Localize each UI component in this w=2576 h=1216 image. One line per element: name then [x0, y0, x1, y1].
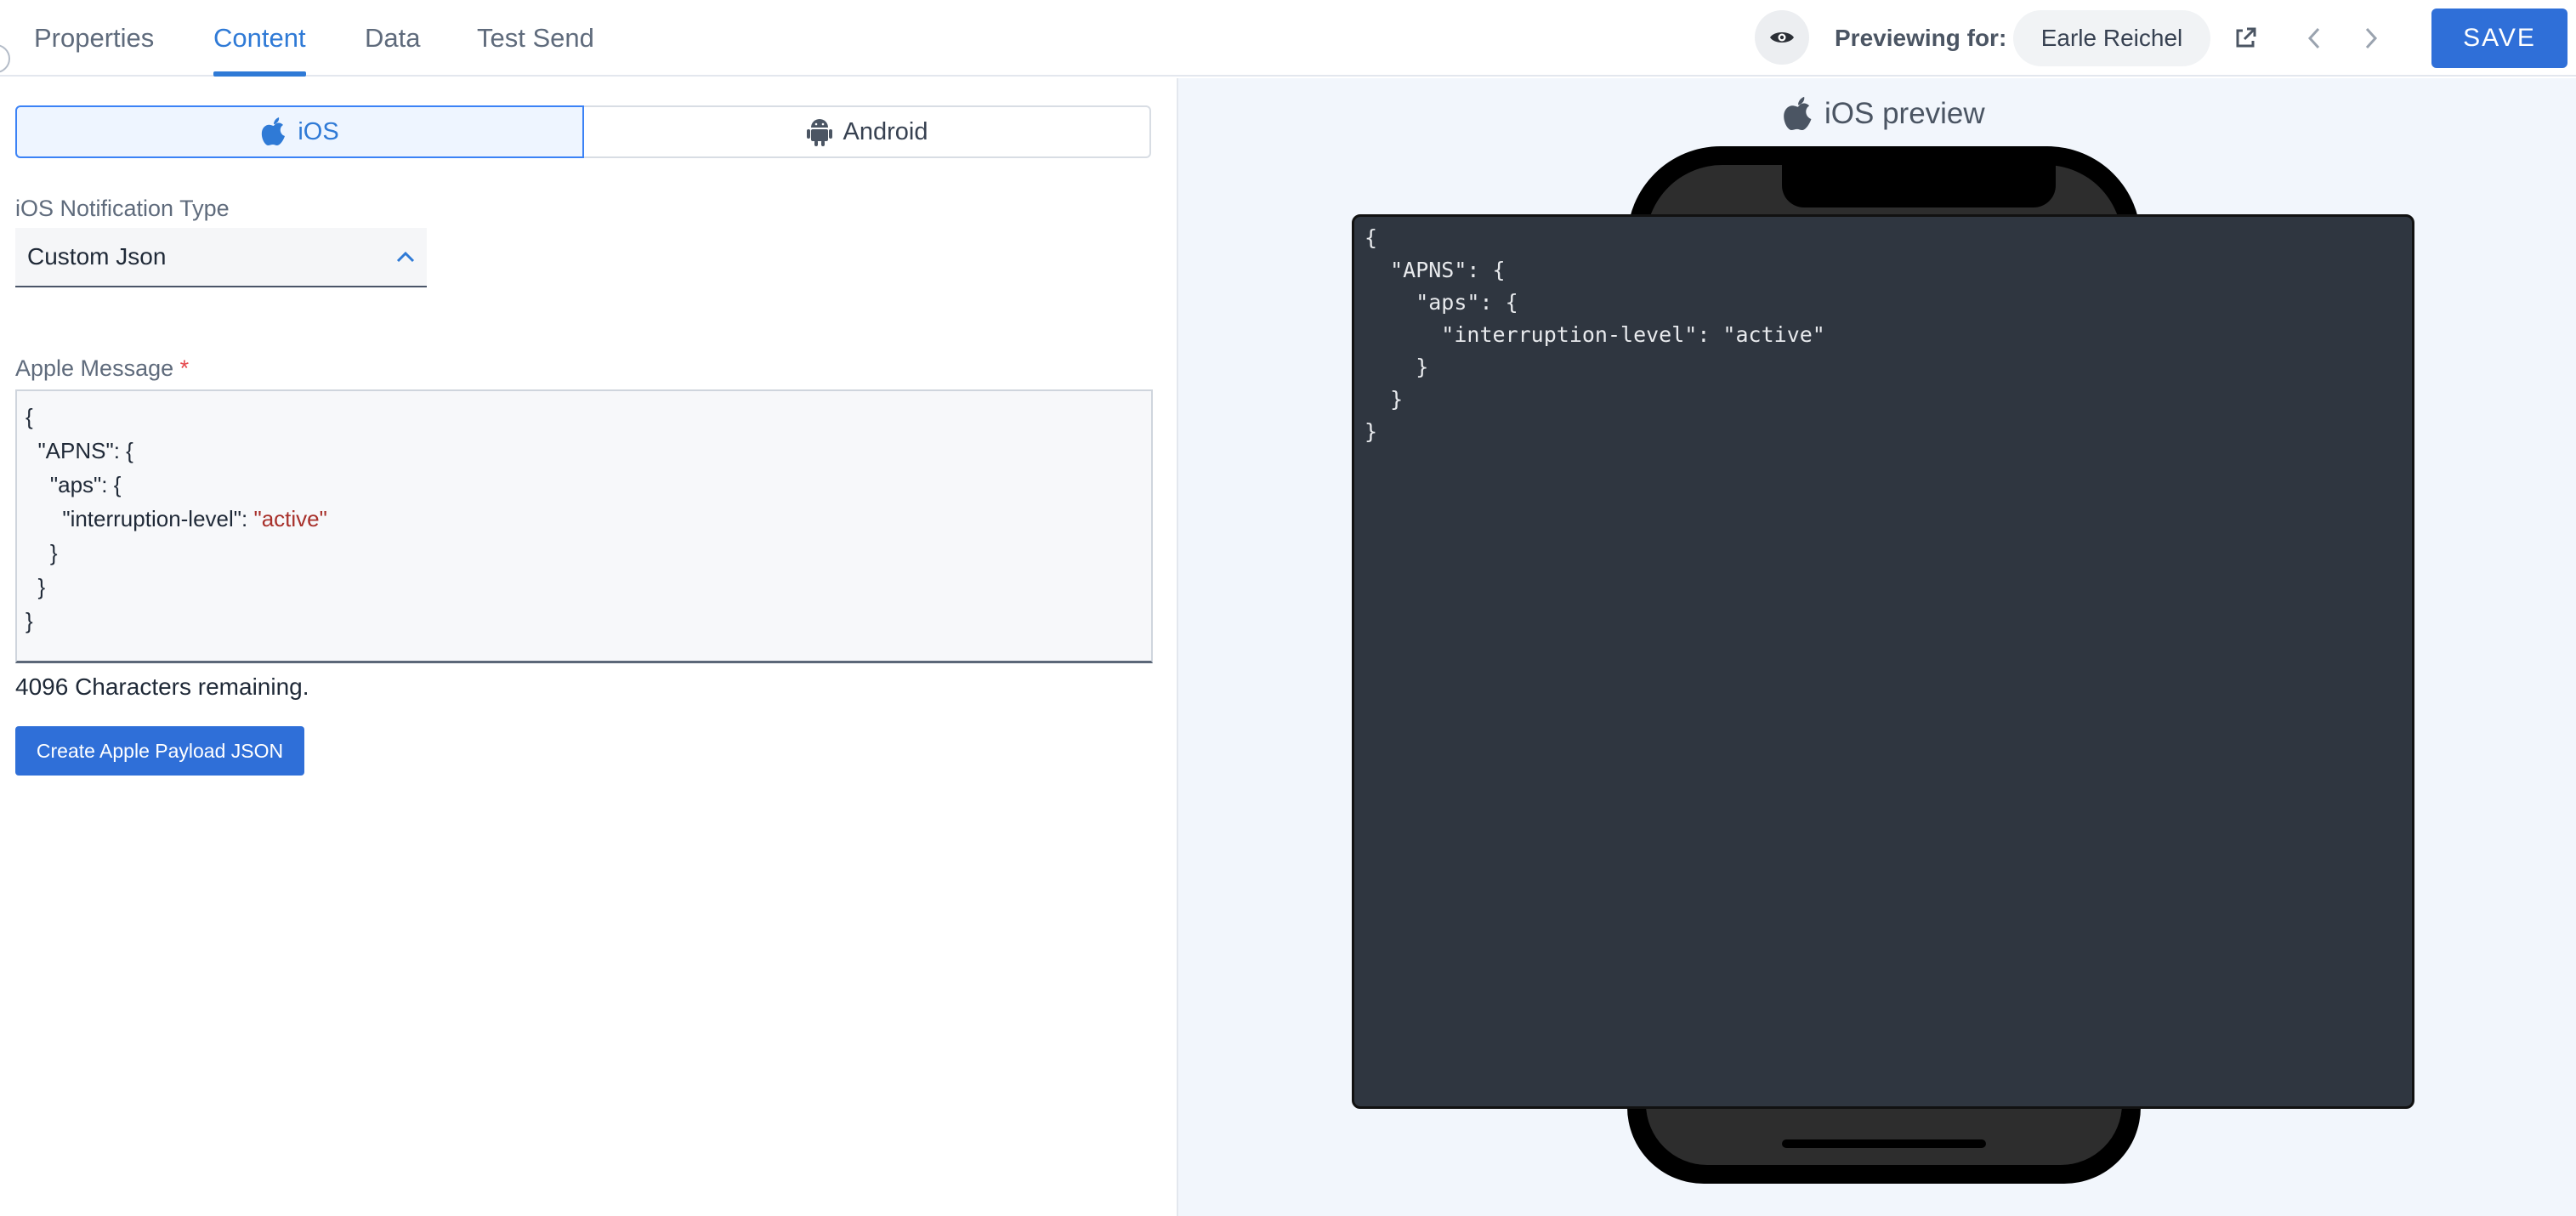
preview-line: }: [1365, 355, 1429, 379]
chevron-up-icon: [396, 251, 415, 263]
platform-android-label: Android: [843, 117, 928, 145]
platform-ios-label: iOS: [298, 117, 339, 145]
message-string-value: "active": [253, 506, 327, 531]
tab-content[interactable]: Content: [213, 0, 306, 77]
preview-line: }: [1365, 419, 1378, 444]
preview-line: }: [1365, 387, 1404, 412]
notification-type-label: iOS Notification Type: [15, 196, 230, 221]
next-user-button[interactable]: [2350, 17, 2392, 60]
platform-android-button[interactable]: Android: [584, 105, 1151, 158]
apple-message-label: Apple Message *: [15, 355, 189, 382]
preview-title: iOS preview: [1782, 90, 1985, 138]
preview-line: {: [1365, 225, 1378, 250]
create-apple-payload-button[interactable]: Create Apple Payload JSON: [15, 726, 304, 776]
message-line: }: [26, 574, 46, 599]
preview-title-text: iOS preview: [1824, 97, 1985, 130]
apple-message-editor[interactable]: { "APNS": { "aps": { "interruption-level…: [15, 389, 1153, 663]
eye-icon: [1770, 32, 1794, 43]
preview-line: "APNS": {: [1365, 258, 1506, 282]
message-line: }: [26, 608, 33, 634]
app: Properties Content Data Test Send Previe…: [0, 0, 2576, 1216]
external-link-icon: [2236, 27, 2256, 48]
content-editor-panel: iOS Android iOS Notification Type Custom…: [0, 78, 1177, 1216]
required-marker: *: [179, 355, 190, 381]
preview-panel: iOS preview { "APNS": { "aps": { "interr…: [1177, 78, 2576, 1216]
message-line: "aps": {: [26, 472, 122, 497]
phone-notch: [1782, 165, 2056, 207]
android-icon: [806, 119, 832, 146]
platform-switch: iOS Android: [15, 105, 1151, 158]
phone-home-indicator: [1782, 1139, 1986, 1148]
preview-line: "interruption-level": "active": [1365, 322, 1825, 347]
message-line: {: [26, 404, 33, 429]
apple-icon: [262, 117, 286, 145]
phone-frame-bottom: [1627, 1099, 2141, 1184]
platform-ios-button[interactable]: iOS: [15, 105, 584, 158]
tab-data[interactable]: Data: [365, 0, 420, 77]
save-button[interactable]: SAVE: [2431, 9, 2567, 68]
tab-properties[interactable]: Properties: [34, 0, 154, 77]
characters-remaining: 4096 Characters remaining.: [15, 673, 309, 700]
message-key: "interruption-level":: [26, 506, 254, 531]
message-line: "interruption-level": "active": [26, 502, 1143, 536]
tab-test-send[interactable]: Test Send: [477, 0, 594, 77]
apple-icon: [1784, 96, 1812, 130]
preview-line: "aps": {: [1365, 290, 1518, 315]
chevron-right-icon: [2365, 27, 2378, 49]
chevron-left-icon: [2307, 27, 2320, 49]
previous-user-button[interactable]: [2293, 17, 2335, 60]
apple-message-label-text: Apple Message: [15, 355, 174, 381]
panel-edge-handle[interactable]: [0, 44, 10, 73]
open-external-button[interactable]: [2224, 17, 2267, 60]
previewing-for-label: Previewing for:: [1835, 25, 2007, 51]
preview-json-screen: { "APNS": { "aps": { "interruption-level…: [1352, 214, 2414, 1109]
message-line: "APNS": {: [26, 438, 133, 463]
preview-toggle-button[interactable]: [1755, 10, 1809, 65]
message-line: }: [26, 540, 58, 565]
notification-type-value: Custom Json: [27, 243, 167, 270]
top-bar: Properties Content Data Test Send Previe…: [0, 0, 2576, 77]
preview-user-selector[interactable]: Earle Reichel: [2013, 10, 2210, 66]
notification-type-select[interactable]: Custom Json: [15, 228, 427, 287]
